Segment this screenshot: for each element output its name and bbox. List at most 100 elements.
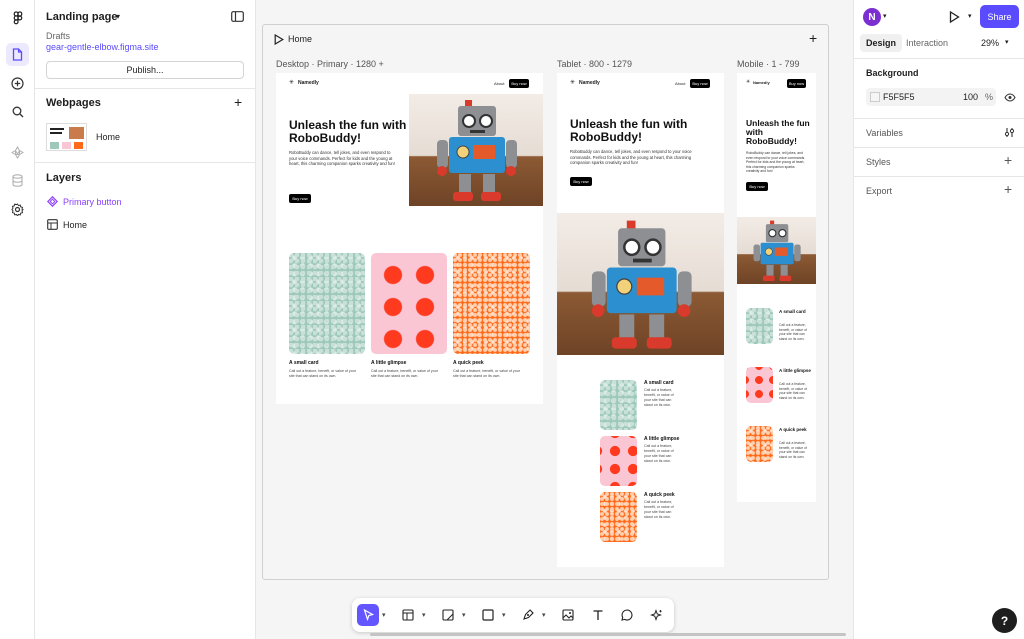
nav-buy-button[interactable]: Buy now: [787, 79, 806, 88]
card-body: Call out a feature, benefit, or value of…: [289, 369, 356, 378]
component-icon: [46, 195, 59, 210]
add-page-icon[interactable]: +: [234, 94, 242, 110]
add-breakpoint-icon[interactable]: +: [809, 30, 817, 46]
ai-sparkle-icon[interactable]: [645, 604, 667, 626]
desktop-frame[interactable]: ✳ Namedly About Buy now Unleash the fun …: [276, 73, 543, 404]
add-export-icon[interactable]: +: [1004, 181, 1012, 197]
add-icon[interactable]: [6, 72, 29, 95]
chevron-down-icon[interactable]: ▾: [1005, 38, 1009, 46]
chevron-down-icon[interactable]: ▾: [542, 611, 546, 619]
background-fill-field[interactable]: F5F5F5 100 %: [866, 88, 996, 106]
avatar[interactable]: N: [863, 8, 881, 26]
card-image-mint: [746, 308, 773, 344]
tablet-frame[interactable]: ✳ Namedly About Buy now Unleash the fun …: [557, 73, 724, 567]
add-style-icon[interactable]: +: [1004, 152, 1012, 168]
tab-interaction[interactable]: Interaction: [906, 38, 948, 48]
background-hex[interactable]: F5F5F5: [883, 92, 915, 102]
sidebar-toggle-icon[interactable]: [231, 11, 244, 25]
nav-about-link[interactable]: About: [494, 81, 504, 86]
hero-body: RoboBuddy can dance, tell jokes, and eve…: [746, 151, 806, 174]
brand-logo-icon: ✳: [746, 79, 751, 85]
hero-headline: Unleash the fun with RoboBuddy!: [570, 117, 688, 144]
export-section[interactable]: Export: [866, 186, 892, 196]
background-title: Background: [866, 68, 919, 78]
mobile-frame[interactable]: ✳ Namedly Buy now Unleash the fun with R…: [737, 73, 816, 502]
card-body: Call out a feature, benefit, or value of…: [371, 369, 438, 378]
hero-buy-button[interactable]: Buy now: [570, 177, 592, 186]
help-button[interactable]: ?: [992, 608, 1017, 633]
chevron-down-icon[interactable]: ▾: [502, 611, 506, 619]
board-title[interactable]: Home: [288, 34, 312, 44]
pen-tool-icon[interactable]: [517, 604, 539, 626]
frame-tool-icon[interactable]: [397, 604, 419, 626]
settings-gear-icon[interactable]: [6, 198, 29, 221]
horizontal-scrollbar[interactable]: [370, 633, 846, 636]
card-body: Call out a feature, benefit, or value of…: [779, 382, 807, 400]
card-title: A small card: [289, 360, 319, 366]
play-icon[interactable]: [949, 10, 960, 26]
brand-name: Namedly: [579, 80, 600, 86]
zoom-level[interactable]: 29%: [981, 38, 999, 48]
brand-logo-icon: ✳: [289, 80, 295, 86]
chevron-down-icon[interactable]: ▾: [462, 611, 466, 619]
chevron-down-icon[interactable]: ▾: [382, 611, 386, 619]
chevron-down-icon[interactable]: ▾: [116, 12, 120, 21]
rectangle-tool-icon[interactable]: [477, 604, 499, 626]
card-image-orange: [600, 492, 637, 542]
chevron-down-icon[interactable]: ▾: [422, 611, 426, 619]
card-body: Call out a feature, benefit, or value of…: [644, 444, 674, 463]
nav-about-link[interactable]: About: [675, 81, 685, 86]
card-title: A little glimpse: [779, 368, 811, 373]
page-item-home[interactable]: Home: [96, 132, 120, 142]
desktop-breakpoint-label[interactable]: Desktop · Primary · 1280 +: [276, 59, 384, 69]
tab-design[interactable]: Design: [860, 34, 902, 52]
assets-icon[interactable]: [6, 141, 29, 164]
share-button[interactable]: Share: [980, 5, 1019, 28]
project-label[interactable]: Drafts: [46, 31, 70, 41]
site-url-link[interactable]: gear-gentle-elbow.figma.site: [46, 42, 159, 52]
comment-tool-icon[interactable]: [616, 604, 638, 626]
move-tool-icon[interactable]: [357, 604, 379, 626]
section-tool-icon[interactable]: [437, 604, 459, 626]
background-opacity[interactable]: 100: [963, 92, 978, 102]
card-image-mint: [600, 380, 637, 430]
nav-buy-button[interactable]: Buy now: [690, 79, 710, 88]
nav-buy-button[interactable]: Buy now: [509, 79, 529, 88]
right-panel: N ▾ ▾ Share Design Interaction 29% ▾ Bac…: [853, 0, 1024, 639]
layer-primary-button[interactable]: Primary button: [63, 197, 122, 207]
image-tool-icon[interactable]: [557, 604, 579, 626]
card-image-pink: [600, 436, 637, 486]
chevron-down-icon[interactable]: ▾: [968, 12, 972, 20]
eye-icon[interactable]: [1004, 93, 1016, 105]
card-image-orange: [453, 253, 530, 354]
card-image-pink: [746, 367, 773, 403]
card-body: Call out a feature, benefit, or value of…: [644, 388, 674, 407]
card-image-pink: [371, 253, 447, 354]
hero-buy-button[interactable]: Buy now: [746, 182, 768, 191]
card-title: A small card: [779, 309, 806, 314]
publish-button[interactable]: Publish...: [46, 61, 244, 79]
brand-name: Namedly: [753, 80, 770, 85]
variables-icon[interactable]: [1004, 127, 1015, 141]
divider: [854, 118, 1024, 119]
text-tool-icon[interactable]: [587, 604, 609, 626]
styles-section[interactable]: Styles: [866, 157, 891, 167]
play-icon[interactable]: [274, 33, 284, 48]
tablet-breakpoint-label[interactable]: Tablet · 800 - 1279: [557, 59, 632, 69]
hero-buy-button[interactable]: Buy now: [289, 194, 311, 203]
variables-section[interactable]: Variables: [866, 128, 903, 138]
chevron-down-icon[interactable]: ▾: [883, 12, 887, 20]
figma-logo-icon[interactable]: [6, 6, 29, 29]
mobile-breakpoint-label[interactable]: Mobile · 1 - 799: [737, 59, 800, 69]
card-title: A quick peek: [779, 427, 807, 432]
file-name[interactable]: Landing page: [46, 11, 118, 23]
layer-home[interactable]: Home: [63, 220, 87, 230]
pages-icon[interactable]: [6, 43, 29, 66]
color-swatch[interactable]: [870, 92, 880, 102]
card-body: Call out a feature, benefit, or value of…: [779, 441, 807, 459]
card-title: A little glimpse: [371, 360, 407, 366]
page-thumbnail[interactable]: [46, 123, 87, 151]
database-icon[interactable]: [6, 169, 29, 192]
search-icon[interactable]: [6, 100, 29, 123]
left-rail: [0, 0, 35, 639]
